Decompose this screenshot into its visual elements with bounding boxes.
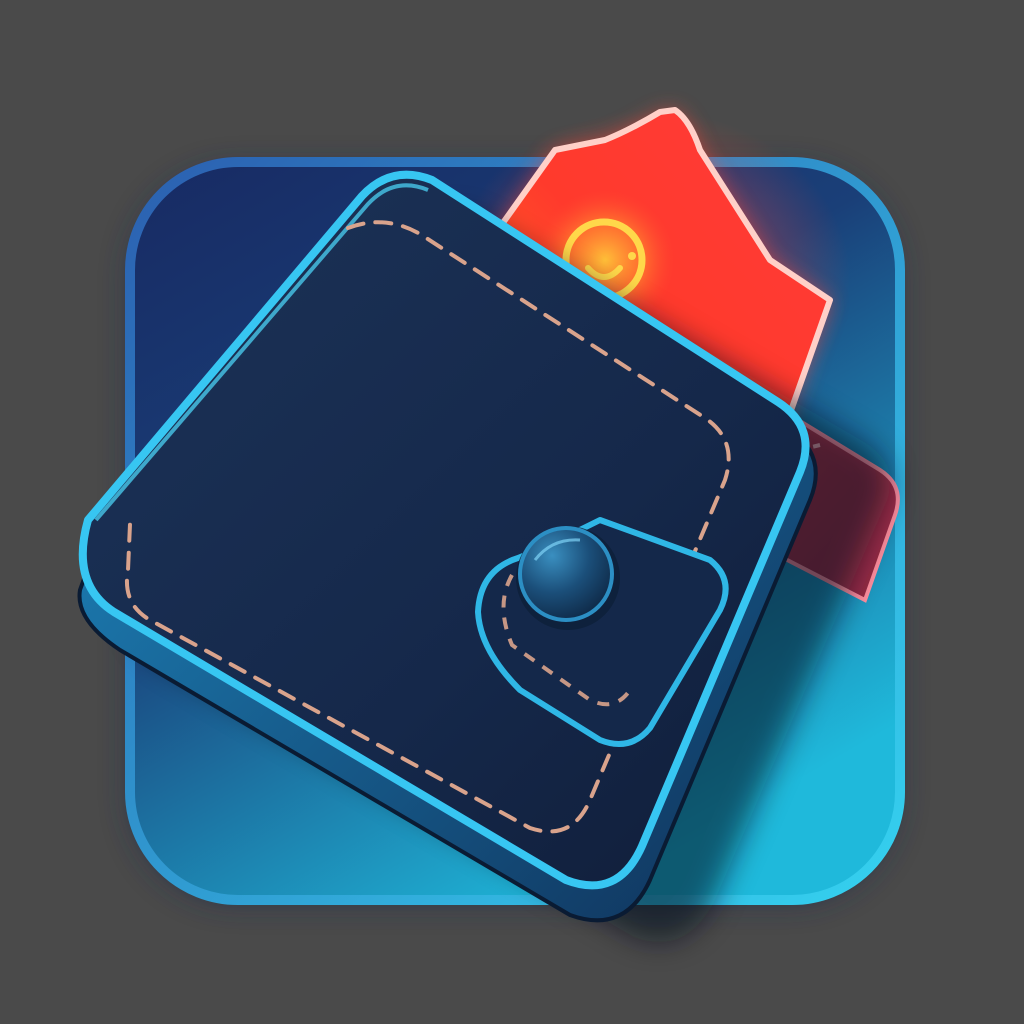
wallet-app-icon-graphic [77, 107, 905, 943]
app-icon [0, 0, 1024, 1024]
